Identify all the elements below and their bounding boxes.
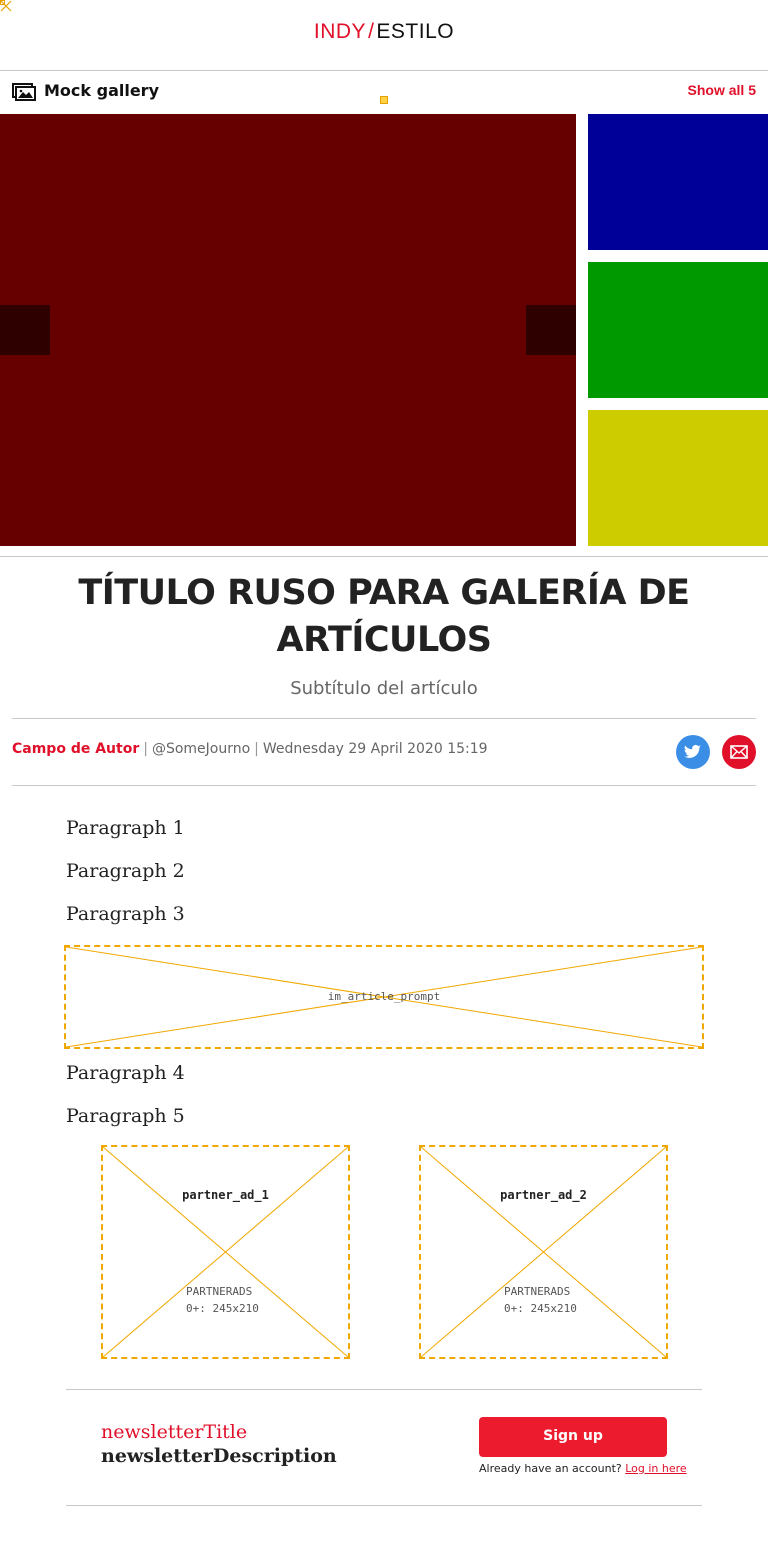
ad-slot-name: im_article_prompt — [327, 990, 441, 1003]
logo-estilo: ESTILO — [376, 20, 455, 43]
ad-slot-size: 0+: 245x210 — [504, 1302, 577, 1315]
article-subtitle: Subtítulo del artículo — [290, 678, 478, 699]
gallery-prev-button[interactable] — [0, 305, 50, 355]
gallery-thumb-3[interactable] — [588, 410, 768, 546]
signup-button[interactable]: Sign up — [479, 1417, 667, 1457]
gallery-divider — [0, 556, 768, 557]
gallery-next-button[interactable] — [526, 305, 576, 355]
newsletter-bottom-divider — [66, 1505, 702, 1506]
newsletter-description: newsletterDescription — [101, 1445, 337, 1467]
ad-placeholder-cross-icon — [103, 1147, 348, 1357]
ad-slot-name: partner_ad_2 — [500, 1188, 587, 1202]
ad-slot-name: partner_ad_1 — [182, 1188, 269, 1202]
site-logo[interactable]: INDY/ESTILO — [0, 20, 768, 44]
byline-separator: | — [254, 741, 259, 757]
article-prompt-ad: im_article_prompt — [64, 945, 704, 1049]
paragraph: Paragraph 1 — [66, 817, 185, 839]
newsletter-top-divider — [66, 1389, 702, 1390]
byline-top-divider — [12, 718, 756, 719]
ad-slot-type: PARTNERADS — [186, 1285, 253, 1298]
ad-marker-icon — [380, 96, 388, 104]
newsletter-title: newsletterTitle — [101, 1421, 248, 1443]
paragraph: Paragraph 5 — [66, 1105, 185, 1127]
account-prompt-text: Already have an account? — [479, 1462, 622, 1475]
header-divider — [0, 70, 768, 71]
byline-separator: | — [143, 741, 148, 757]
gallery-icon — [12, 83, 36, 101]
ad-slot-type: PARTNERADS — [504, 1285, 571, 1298]
gallery-thumb-1[interactable] — [588, 114, 768, 250]
gallery-title: Mock gallery — [44, 81, 159, 100]
twitter-share-button[interactable] — [676, 735, 710, 769]
show-all-link[interactable]: Show all 5 — [688, 82, 756, 98]
gallery-thumb-2[interactable] — [588, 262, 768, 398]
email-share-button[interactable] — [722, 735, 756, 769]
partner-ad-1: partner_ad_1 PARTNERADS 0+: 245x210 — [101, 1145, 350, 1359]
ad-placeholder-cross-icon — [421, 1147, 666, 1357]
byline-bottom-divider — [12, 785, 756, 786]
article-headline: TÍTULO RUSO PARA GALERÍA DE ARTÍCULOS — [78, 573, 690, 660]
paragraph: Paragraph 2 — [66, 860, 185, 882]
publish-date: Wednesday 29 April 2020 15:19 — [262, 741, 488, 757]
partner-ad-2: partner_ad_2 PARTNERADS 0+: 245x210 — [419, 1145, 668, 1359]
byline: Campo de Autor | @SomeJourno | Wednesday 29 … — [12, 741, 488, 757]
resize-corner-icon — [0, 0, 12, 12]
login-link[interactable]: Log in here — [625, 1462, 686, 1475]
gallery-main-slide[interactable] — [0, 114, 576, 546]
author-link[interactable]: Campo de Autor — [12, 741, 139, 757]
twitter-icon — [684, 744, 701, 758]
account-prompt: Already have an account? Log in here — [479, 1462, 687, 1475]
logo-slash: / — [368, 20, 375, 43]
author-handle[interactable]: @SomeJourno — [152, 741, 250, 757]
email-icon — [730, 745, 748, 759]
paragraph: Paragraph 3 — [66, 903, 185, 925]
ad-slot-size: 0+: 245x210 — [186, 1302, 259, 1315]
logo-indy: INDY — [313, 20, 367, 43]
paragraph: Paragraph 4 — [66, 1062, 185, 1084]
